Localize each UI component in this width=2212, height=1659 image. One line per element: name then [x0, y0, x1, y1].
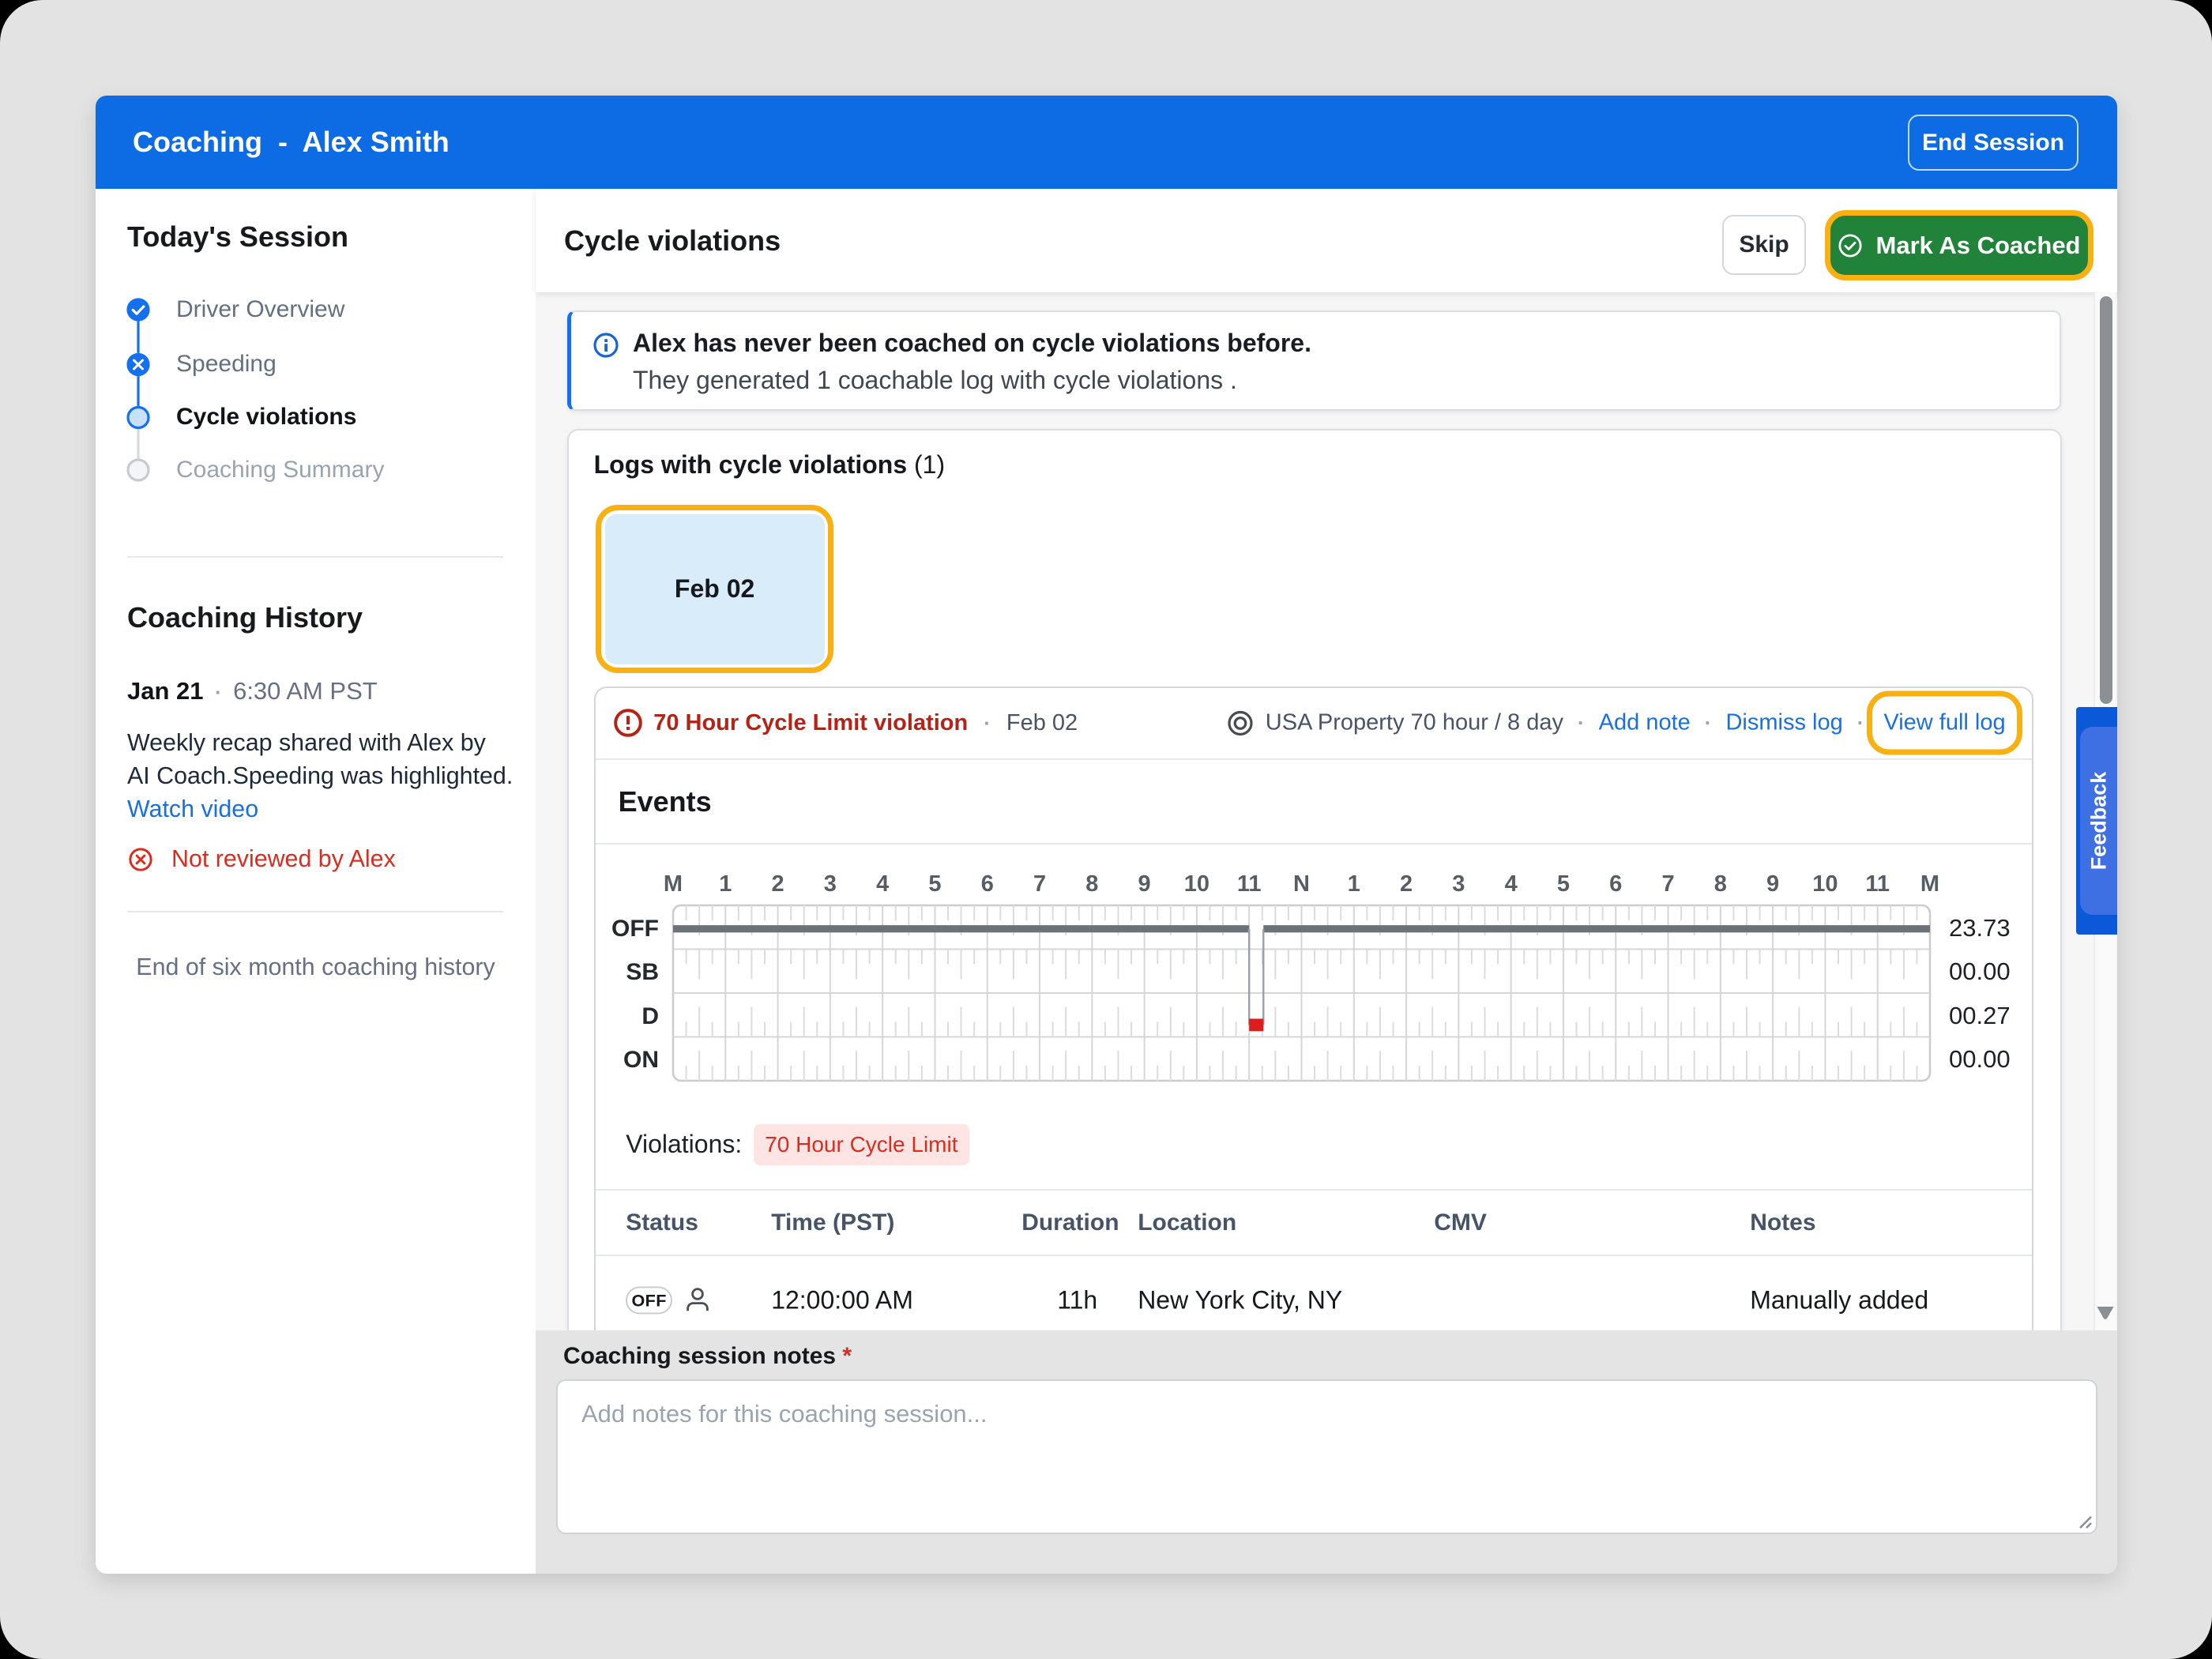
svg-text:23.73: 23.73 — [1949, 914, 2011, 942]
svg-text:D: D — [641, 1003, 659, 1029]
svg-text:6: 6 — [1609, 871, 1622, 897]
svg-text:8: 8 — [1714, 871, 1727, 897]
svg-text:3: 3 — [1452, 871, 1465, 897]
svg-text:9: 9 — [1138, 871, 1151, 897]
svg-text:6: 6 — [981, 871, 994, 897]
svg-text:9: 9 — [1766, 871, 1779, 897]
svg-text:1: 1 — [719, 871, 732, 897]
svg-text:M: M — [664, 871, 683, 897]
svg-text:ON: ON — [623, 1047, 659, 1073]
svg-text:4: 4 — [876, 871, 889, 897]
svg-text:00.27: 00.27 — [1949, 1002, 2011, 1029]
svg-text:5: 5 — [1557, 871, 1570, 897]
svg-text:1: 1 — [1348, 871, 1360, 897]
svg-text:7: 7 — [1661, 871, 1674, 897]
svg-text:2: 2 — [1400, 871, 1413, 897]
svg-text:10: 10 — [1184, 871, 1209, 897]
svg-text:N: N — [1293, 871, 1310, 897]
svg-text:11: 11 — [1237, 871, 1262, 897]
svg-text:SB: SB — [626, 959, 659, 985]
svg-text:3: 3 — [824, 871, 837, 897]
svg-text:00.00: 00.00 — [1949, 957, 2011, 985]
svg-text:OFF: OFF — [611, 916, 659, 942]
svg-text:11: 11 — [1865, 871, 1890, 897]
svg-text:10: 10 — [1812, 871, 1838, 897]
svg-text:8: 8 — [1085, 871, 1098, 897]
svg-text:2: 2 — [772, 871, 784, 897]
svg-text:M: M — [1920, 871, 1939, 897]
svg-text:5: 5 — [928, 871, 941, 897]
svg-text:4: 4 — [1505, 871, 1518, 897]
svg-text:7: 7 — [1033, 871, 1046, 897]
svg-text:00.00: 00.00 — [1949, 1045, 2011, 1073]
